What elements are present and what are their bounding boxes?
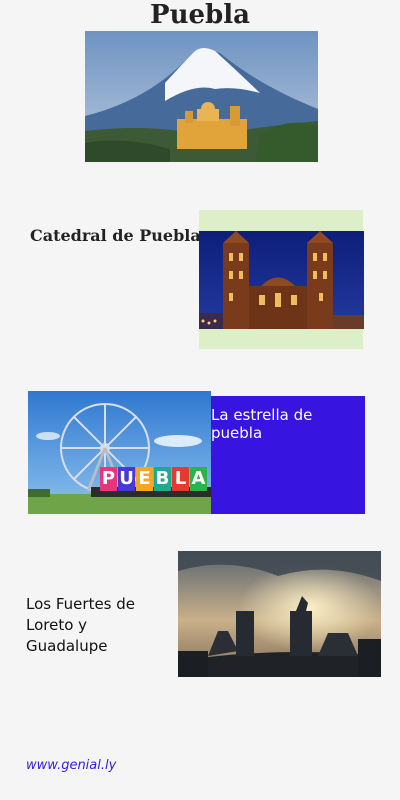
star-photo: [28, 391, 211, 514]
sign-letter: L: [172, 467, 189, 491]
sign-letter: A: [190, 467, 207, 491]
cathedral-photo: [199, 231, 364, 329]
sign-letter: B: [154, 467, 171, 491]
green-bar-top: [199, 210, 363, 231]
puebla-sign: P U E B L A: [100, 467, 207, 493]
forts-label: Los Fuertes de Loreto y Guadalupe: [26, 595, 136, 655]
sign-letter: U: [118, 467, 135, 491]
cathedral-label: Catedral de Puebla: [30, 226, 201, 245]
sign-letter: E: [136, 467, 153, 491]
star-label: La estrella de puebla: [211, 406, 313, 442]
footer-link[interactable]: www.genial.ly: [26, 758, 116, 773]
sign-letter: P: [100, 467, 117, 491]
forts-photo: [178, 551, 381, 677]
page-title: Puebla: [150, 0, 250, 30]
volcano-photo: [85, 31, 318, 162]
green-bar-bottom: [199, 329, 363, 349]
